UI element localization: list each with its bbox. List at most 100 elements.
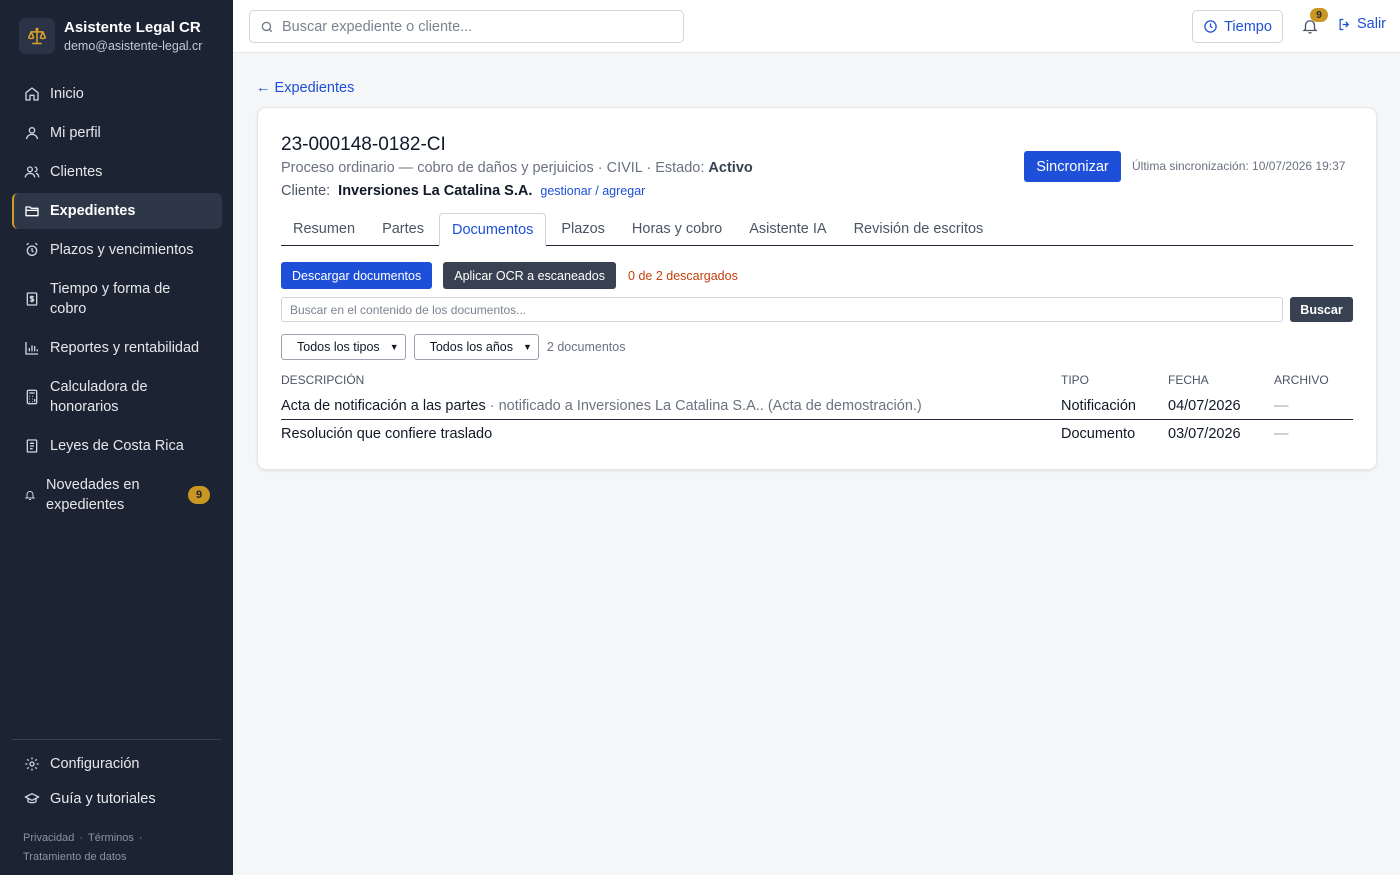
year-filter-value: Todos los años (429, 340, 513, 354)
expediente-subtitle: Proceso ordinario — cobro de daños y per… (281, 160, 753, 176)
bell-icon (24, 489, 36, 501)
document-title: Acta de notificación a las partes (281, 397, 486, 414)
client-row: Cliente: Inversiones La Catalina S.A. ge… (281, 183, 645, 199)
brand[interactable]: Asistente Legal CR demo@asistente-legal.… (19, 18, 202, 54)
document-title: Resolución que confiere traslado (281, 426, 493, 442)
alarm-clock-icon (24, 242, 40, 258)
billing-icon (24, 291, 40, 307)
gear-icon (24, 756, 40, 772)
expediente-tabs: Resumen Partes Documentos Plazos Horas y… (281, 213, 1353, 246)
column-header-descripcion: DESCRIPCIÓN (281, 373, 365, 387)
tab-resumen[interactable]: Resumen (281, 213, 367, 245)
document-type: Notificación (1061, 397, 1136, 414)
document-date: 04/07/2026 (1168, 397, 1241, 414)
sidebar-item-clientes[interactable]: Clientes (12, 154, 222, 190)
sidebar-item-tiempo-cobro[interactable]: Tiempo y forma de cobro (12, 271, 222, 327)
notifications-count-badge: 9 (1310, 8, 1328, 22)
logout-button[interactable]: Salir (1337, 16, 1386, 32)
sidebar-item-label: Tiempo y forma de cobro (50, 281, 171, 317)
apply-ocr-button[interactable]: Aplicar OCR a escaneados (443, 262, 617, 289)
document-description: Acta de notificación a las partes · noti… (281, 398, 1061, 414)
document-date: 03/07/2026 (1168, 426, 1241, 442)
tiempo-label: Tiempo (1224, 18, 1272, 35)
sidebar-item-label: Reportes y rentabilidad (50, 340, 200, 356)
home-icon (24, 86, 40, 102)
users-icon (24, 164, 40, 180)
graduation-cap-icon (24, 791, 40, 807)
status-value: Activo (708, 160, 753, 176)
documents-table: DESCRIPCIÓN TIPO FECHA ARCHIVO Acta de n… (281, 368, 1353, 448)
sidebar-item-configuracion[interactable]: Configuración (12, 747, 222, 781)
privacy-link[interactable]: Privacidad (23, 832, 74, 844)
type-filter-value: Todos los tipos (297, 340, 380, 354)
client-name: Inversiones La Catalina S.A. (338, 183, 533, 199)
sidebar-item-label: Clientes (50, 164, 103, 180)
sidebar-item-leyes[interactable]: Leyes de Costa Rica (12, 428, 222, 464)
back-to-expedientes-link[interactable]: ← Expedientes (256, 80, 354, 96)
document-type: Documento (1061, 426, 1136, 442)
table-row[interactable]: Acta de notificación a las partes · noti… (281, 392, 1353, 420)
book-icon (24, 438, 40, 454)
table-row[interactable]: Resolución que confiere traslado Documen… (281, 420, 1353, 448)
data-treatment-link[interactable]: Tratamiento de datos (23, 851, 127, 863)
expediente-description: Proceso ordinario — cobro de daños y per… (281, 160, 709, 176)
sync-button[interactable]: Sincronizar (1024, 151, 1121, 182)
type-filter-select[interactable]: Todos los tipos ▼ (281, 334, 406, 360)
terms-link[interactable]: Términos (88, 832, 134, 844)
tab-plazos[interactable]: Plazos (549, 213, 617, 245)
sidebar-item-label: Novedades en expedientes (46, 477, 140, 513)
sidebar-nav: Inicio Mi perfil Clientes Expedientes Pl… (12, 76, 222, 526)
client-label: Cliente: (281, 183, 331, 199)
sidebar-item-calculadora[interactable]: Calculadora de honorarios (12, 369, 222, 425)
sidebar-bottom-nav: Configuración Guía y tutoriales (12, 747, 222, 817)
tab-horas-cobro[interactable]: Horas y cobro (620, 213, 734, 245)
tab-partes[interactable]: Partes (370, 213, 436, 245)
bar-chart-icon (24, 340, 40, 356)
calculator-icon (24, 389, 40, 405)
notifications-badge: 9 (188, 486, 210, 504)
sidebar-divider (12, 739, 221, 740)
sidebar-item-reportes[interactable]: Reportes y rentabilidad (12, 330, 222, 366)
sidebar-item-novedades[interactable]: Novedades en expedientes 9 (12, 467, 222, 523)
search-icon (260, 20, 274, 34)
top-bar: Tiempo 9 Salir (233, 0, 1400, 53)
document-note: · notificado a Inversiones La Catalina S… (485, 397, 922, 414)
sidebar-item-label: Plazos y vencimientos (50, 242, 194, 258)
chevron-down-icon: ▼ (389, 342, 399, 352)
year-filter-select[interactable]: Todos los años ▼ (413, 334, 539, 360)
global-search-input[interactable] (282, 18, 672, 35)
expediente-card: 23-000148-0182-CI Proceso ordinario — co… (257, 107, 1377, 470)
column-header-archivo: ARCHIVO (1274, 373, 1329, 387)
sidebar-item-inicio[interactable]: Inicio (12, 76, 222, 112)
sidebar-item-label: Expedientes (50, 203, 136, 219)
document-content-search-input[interactable] (281, 297, 1283, 322)
sidebar-item-label: Guía y tutoriales (50, 791, 156, 807)
separator-dot: · (79, 832, 84, 844)
download-documents-button[interactable]: Descargar documentos (281, 262, 433, 289)
column-header-tipo: TIPO (1061, 373, 1090, 387)
search-button[interactable]: Buscar (1290, 297, 1353, 322)
brand-title: Asistente Legal CR (64, 19, 201, 36)
tab-asistente-ia[interactable]: Asistente IA (737, 213, 838, 245)
document-description: Resolución que confiere traslado (281, 426, 1061, 442)
user-icon (24, 125, 40, 141)
sidebar-item-label: Configuración (50, 756, 140, 772)
sidebar-item-mi-perfil[interactable]: Mi perfil (12, 115, 222, 151)
sidebar-item-expedientes[interactable]: Expedientes (12, 193, 222, 229)
global-search (249, 10, 684, 43)
tab-revision-escritos[interactable]: Revisión de escritos (842, 213, 996, 245)
sidebar-item-label: Inicio (50, 86, 84, 102)
column-header-fecha: FECHA (1168, 373, 1209, 387)
sidebar-item-label: Mi perfil (50, 125, 101, 141)
manage-client-link[interactable]: gestionar / agregar (540, 184, 645, 198)
separator-dot: · (138, 832, 143, 844)
document-file: — (1274, 397, 1289, 414)
chevron-down-icon: ▼ (523, 342, 532, 352)
sidebar-item-label: Leyes de Costa Rica (50, 438, 184, 454)
sidebar-item-plazos[interactable]: Plazos y vencimientos (12, 232, 222, 268)
last-sync-text: Última sincronización: 10/07/2026 19:37 (1132, 159, 1346, 173)
sidebar: Asistente Legal CR demo@asistente-legal.… (0, 0, 233, 875)
tiempo-button[interactable]: Tiempo (1192, 10, 1283, 43)
sidebar-item-guia[interactable]: Guía y tutoriales (12, 782, 222, 816)
tab-documentos[interactable]: Documentos (438, 213, 547, 246)
